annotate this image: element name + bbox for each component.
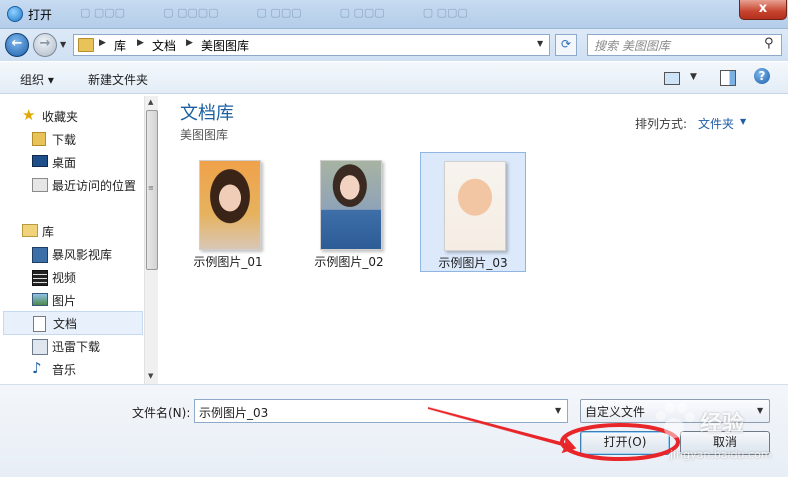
video-library-icon [32, 247, 48, 263]
history-dropdown-icon[interactable]: ▼ [60, 40, 66, 49]
scroll-down-icon[interactable]: ▼ [148, 372, 153, 380]
help-icon[interactable]: ? [754, 68, 770, 84]
breadcrumb-documents[interactable]: 文档 [152, 37, 176, 54]
scroll-up-icon[interactable]: ▲ [148, 98, 153, 106]
arrange-dropdown-icon[interactable]: ▼ [740, 117, 746, 126]
arrange-by-label: 排列方式: [635, 117, 688, 131]
film-icon [32, 270, 48, 286]
music-note-icon: ♪ [32, 359, 42, 377]
title-bar: 打开 ▢ ▢▢▢ ▢ ▢▢▢▢ ▢ ▢▢▢ ▢ ▢▢▢ ▢ ▢▢▢ x [0, 0, 788, 29]
address-bar[interactable]: ▶ 库 ▶ 文档 ▶ 美图图库 ▼ [73, 34, 550, 56]
new-folder-button[interactable]: 新建文件夹 [88, 71, 148, 88]
sidebar-item-favorites[interactable]: ★ 收藏夹 [22, 105, 162, 127]
file-thumbnail [444, 161, 506, 251]
file-name: 示例图片_02 [314, 255, 384, 269]
star-icon: ★ [22, 106, 36, 124]
library-title: 文档库 [180, 103, 234, 124]
navigation-bar: ← → ▼ ▶ 库 ▶ 文档 ▶ 美图图库 ▼ ⟳ 搜索 美图图库 ⚲ [0, 29, 788, 61]
forward-button[interactable]: → [33, 33, 57, 57]
filename-input[interactable]: 示例图片_03 ▼ [194, 399, 568, 423]
background-taskbar-ghost: ▢ ▢▢▢ ▢ ▢▢▢▢ ▢ ▢▢▢ ▢ ▢▢▢ ▢ ▢▢▢ [80, 6, 468, 19]
breadcrumb-separator-icon[interactable]: ▶ [99, 38, 106, 48]
filename-label: 文件名(N): [132, 406, 191, 420]
back-button[interactable]: ← [5, 33, 29, 57]
preview-pane-icon[interactable] [720, 70, 736, 86]
navigation-pane: ★ 收藏夹 下载 桌面 最近访问的位置 库 暴风影视库 视频 图片 文档 迅雷下… [0, 94, 158, 384]
search-placeholder: 搜索 美图图库 [594, 39, 670, 53]
file-name: 示例图片_01 [193, 255, 263, 269]
library-icon [22, 224, 38, 237]
window-title: 打开 [28, 8, 53, 22]
watermark-url: jingyan.baidu.com [670, 448, 772, 461]
file-item[interactable]: 示例图片_01 [176, 152, 280, 270]
change-view-icon[interactable] [664, 72, 680, 85]
breadcrumb-libraries[interactable]: 库 [114, 37, 126, 54]
breadcrumb-separator-icon[interactable]: ▶ [137, 38, 144, 48]
organize-menu-button[interactable]: 组织 ▾ [20, 71, 54, 88]
file-list-pane: 文档库 美图图库 排列方式: 文件夹 ▼ 示例图片_01 示例图片_02 示例图… [160, 94, 788, 384]
sidebar-item-libraries[interactable]: 库 [22, 220, 162, 242]
close-button[interactable]: x [739, 0, 787, 20]
download-folder-icon [32, 132, 46, 146]
desktop-icon [32, 155, 48, 167]
view-dropdown-icon[interactable]: ▼ [690, 72, 697, 82]
picture-icon [32, 293, 48, 306]
file-thumbnail [320, 160, 382, 250]
recent-places-icon [32, 178, 48, 192]
sidebar-scrollbar[interactable]: ▲ ≡ ▼ [144, 96, 158, 384]
folder-icon [78, 38, 94, 52]
sidebar-item-documents[interactable]: 文档 [3, 311, 143, 335]
watermark: 经验 jingyan.baidu.com [640, 398, 780, 468]
filename-dropdown-icon[interactable]: ▼ [555, 406, 561, 415]
library-subtitle: 美图图库 [180, 128, 229, 142]
filename-value: 示例图片_03 [199, 406, 269, 420]
arrange-by-selector[interactable]: 文件夹 [698, 115, 734, 132]
scroll-grip-icon: ≡ [148, 184, 154, 192]
app-icon [7, 6, 23, 22]
breadcrumb-separator-icon[interactable]: ▶ [186, 38, 193, 48]
file-thumbnail [199, 160, 261, 250]
file-item[interactable]: 示例图片_02 [297, 152, 401, 270]
toolbar: 组织 ▾ 新建文件夹 ▼ ? [0, 62, 788, 94]
document-icon [33, 316, 46, 332]
search-input[interactable]: 搜索 美图图库 ⚲ [587, 34, 782, 56]
download-icon [32, 339, 48, 355]
baidu-paw-logo [656, 403, 695, 438]
file-name: 示例图片_03 [438, 256, 508, 270]
watermark-text: 经验 [700, 412, 745, 437]
address-dropdown-icon[interactable]: ▼ [537, 39, 543, 48]
file-item-selected[interactable]: 示例图片_03 [420, 152, 526, 272]
search-icon[interactable]: ⚲ [764, 36, 774, 51]
file-type-value: 自定义文件 [585, 405, 646, 419]
refresh-button[interactable]: ⟳ [555, 34, 577, 56]
breadcrumb-meitu[interactable]: 美图图库 [201, 37, 249, 54]
